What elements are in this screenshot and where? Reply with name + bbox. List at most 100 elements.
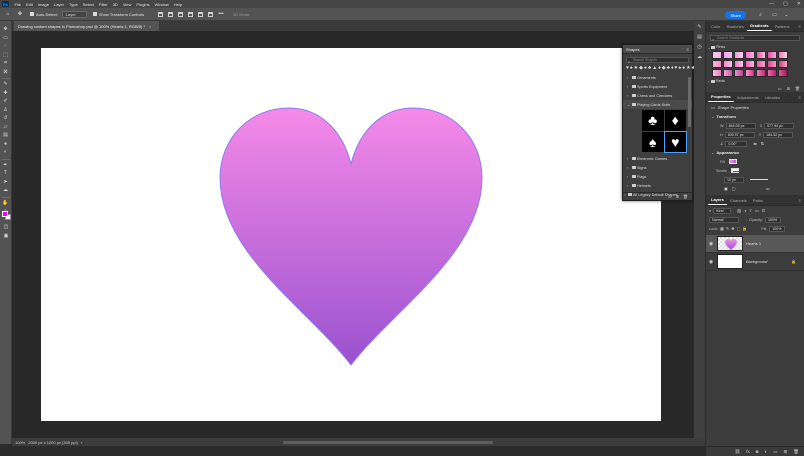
quick-mask-icon[interactable]: ◫ xyxy=(3,224,10,231)
zoom-level[interactable]: 100% xyxy=(15,440,25,445)
layer-row-hearts[interactable]: ◉ Hearts 1 xyxy=(706,235,804,253)
shapes-group-electronic-games[interactable]: › Electronic Games xyxy=(623,154,692,163)
new-layer-icon[interactable]: ⊞ xyxy=(784,449,788,455)
canvas-workspace[interactable] xyxy=(12,31,705,438)
artboard-tool-icon[interactable]: ▭ xyxy=(2,35,9,42)
gradients-search-input[interactable]: ⌕ Search Gradients xyxy=(710,35,800,42)
menu-image[interactable]: Image xyxy=(35,2,51,7)
recent-shape-icon[interactable]: ♣ xyxy=(667,65,670,71)
frame-tool-icon[interactable]: ⊠ xyxy=(2,69,9,76)
trash-icon[interactable]: 🗑 xyxy=(793,449,799,455)
screen-mode-icon[interactable]: ▣ xyxy=(3,233,10,240)
shapes-group-sports[interactable]: › Sports Equipment xyxy=(623,82,692,91)
mask-icon[interactable]: ◙ xyxy=(756,449,759,454)
folder-icon[interactable]: ▭ xyxy=(773,449,777,455)
search-icon[interactable]: ⌕ xyxy=(757,11,764,18)
share-button[interactable]: Share xyxy=(725,11,746,19)
foreground-color-swatch[interactable] xyxy=(2,211,8,217)
auto-select-checkbox[interactable] xyxy=(30,12,34,16)
move-tool-icon[interactable]: ✥ xyxy=(2,26,9,33)
tab-swatches[interactable]: Swatches xyxy=(724,24,747,31)
lasso-tool-icon[interactable]: ◌ xyxy=(2,43,9,50)
recent-shape-icon[interactable]: ▲ xyxy=(652,65,657,71)
shapes-panel-header[interactable]: Shapes ≡ xyxy=(623,45,692,54)
home-icon[interactable]: ⌂ xyxy=(4,10,12,18)
spade-shape-icon[interactable]: ♠ xyxy=(642,131,664,152)
document-tab[interactable]: Drawing custom shapes in Photoshop.psd @… xyxy=(14,21,160,31)
menu-filter[interactable]: Filter xyxy=(96,2,110,7)
gradient-swatch[interactable] xyxy=(734,51,744,59)
gradient-swatch[interactable] xyxy=(712,60,722,68)
delete-icon[interactable]: 🗑 xyxy=(683,194,688,199)
filter-smart-icon[interactable]: ⊡ xyxy=(762,208,765,213)
lock-all-icon[interactable]: 🔒 xyxy=(742,226,747,231)
menu-help[interactable]: Help xyxy=(171,2,184,7)
new-group-icon[interactable]: ▭ xyxy=(778,86,782,91)
recent-shape-icon[interactable]: ● xyxy=(644,65,647,71)
fill-field[interactable]: 100% xyxy=(769,225,786,232)
status-arrow-icon[interactable]: › xyxy=(81,440,82,445)
tab-patterns[interactable]: Patterns xyxy=(772,24,793,31)
healing-brush-tool-icon[interactable]: ✚ xyxy=(2,90,9,97)
shapes-group-playing-cards[interactable]: ⌄ Playing Cards Suits xyxy=(623,100,692,109)
tab-paths[interactable]: Paths xyxy=(750,198,766,205)
menu-window[interactable]: Window xyxy=(152,2,171,7)
new-group-icon[interactable]: ▭ xyxy=(668,194,672,199)
close-icon[interactable]: ✕ xyxy=(797,1,801,7)
gradient-folder-pinks[interactable]: ⌄ Pinks xyxy=(706,44,804,50)
blend-mode-dropdown[interactable]: Normal xyxy=(709,216,739,223)
more-options-icon[interactable]: ••• xyxy=(766,186,770,191)
panel-menu-icon[interactable]: ≡ xyxy=(687,47,689,52)
clone-stamp-tool-icon[interactable]: ♙ xyxy=(2,107,9,114)
stroke-type-dropdown[interactable] xyxy=(750,179,768,180)
custom-shape-tool-icon[interactable]: ☁ xyxy=(2,187,9,194)
delete-icon[interactable]: 🗑 xyxy=(795,86,800,91)
gradient-swatch[interactable] xyxy=(745,60,755,68)
gradient-swatch[interactable] xyxy=(756,51,766,59)
gradient-swatch[interactable] xyxy=(734,60,744,68)
layer-row-background[interactable]: ◉ Background 🔒 xyxy=(706,253,804,271)
visibility-eye-icon[interactable]: ◉ xyxy=(706,259,716,265)
stroke-swatch[interactable] xyxy=(730,168,739,173)
new-gradient-icon[interactable]: ⊞ xyxy=(787,86,790,91)
y-field[interactable]: 184.52 px xyxy=(763,131,794,138)
align-right-icon[interactable] xyxy=(207,11,213,17)
tab-color[interactable]: Color xyxy=(708,24,724,31)
tab-channels[interactable]: Channels xyxy=(727,198,750,205)
gradient-swatch[interactable] xyxy=(745,51,755,59)
recent-shape-icon[interactable]: ♠ xyxy=(678,65,681,71)
menu-view[interactable]: View xyxy=(120,2,134,7)
flip-horizontal-icon[interactable]: ⇆ xyxy=(753,141,756,146)
history-brush-tool-icon[interactable]: ↺ xyxy=(2,115,9,122)
club-shape-icon[interactable]: ♣ xyxy=(642,110,664,131)
blur-tool-icon[interactable]: ● xyxy=(2,141,9,148)
shapes-group-signs[interactable]: › Signs xyxy=(623,163,692,172)
filter-type-icon[interactable]: T xyxy=(749,208,751,213)
recent-shape-icon[interactable]: ♠ xyxy=(630,65,633,71)
menu-select[interactable]: Select xyxy=(80,2,96,7)
dodge-tool-icon[interactable]: ◐ xyxy=(2,149,9,156)
history-panel-icon[interactable]: ◷ xyxy=(697,44,703,50)
filter-adjust-icon[interactable]: ◑ xyxy=(744,208,746,213)
crop-tool-icon[interactable]: ⌗ xyxy=(2,60,9,67)
tab-layers[interactable]: Layers xyxy=(708,197,727,205)
panel-menu-icon[interactable]: ≡ xyxy=(799,198,801,203)
path-selection-tool-icon[interactable]: ➤ xyxy=(2,179,9,186)
menu-3d[interactable]: 3D xyxy=(110,2,120,7)
layer-name[interactable]: Hearts 1 xyxy=(746,241,761,246)
layer-name[interactable]: Background xyxy=(746,259,767,264)
recent-shape-icon[interactable]: ◆ xyxy=(639,65,643,71)
recent-shape-icon[interactable]: ● xyxy=(682,65,685,71)
shapes-group-flags[interactable]: › Flags xyxy=(623,172,692,181)
minimize-icon[interactable]: — xyxy=(769,1,774,7)
gradient-swatch[interactable] xyxy=(756,69,766,77)
shapes-search-input[interactable]: ⌕ Search Shapes xyxy=(626,57,689,64)
align-top-icon[interactable] xyxy=(157,11,163,17)
align-bottom-icon[interactable] xyxy=(177,11,183,17)
recent-shape-icon[interactable]: ♥ xyxy=(626,65,629,71)
diamond-shape-icon[interactable]: ♦ xyxy=(664,110,686,131)
lock-pixels-icon[interactable]: ✎ xyxy=(726,226,729,231)
recent-shape-icon[interactable]: ◆ xyxy=(662,65,666,71)
gradient-folder-reds[interactable]: › Reds xyxy=(706,78,804,84)
adjust-icon[interactable]: ◐ xyxy=(765,449,768,454)
